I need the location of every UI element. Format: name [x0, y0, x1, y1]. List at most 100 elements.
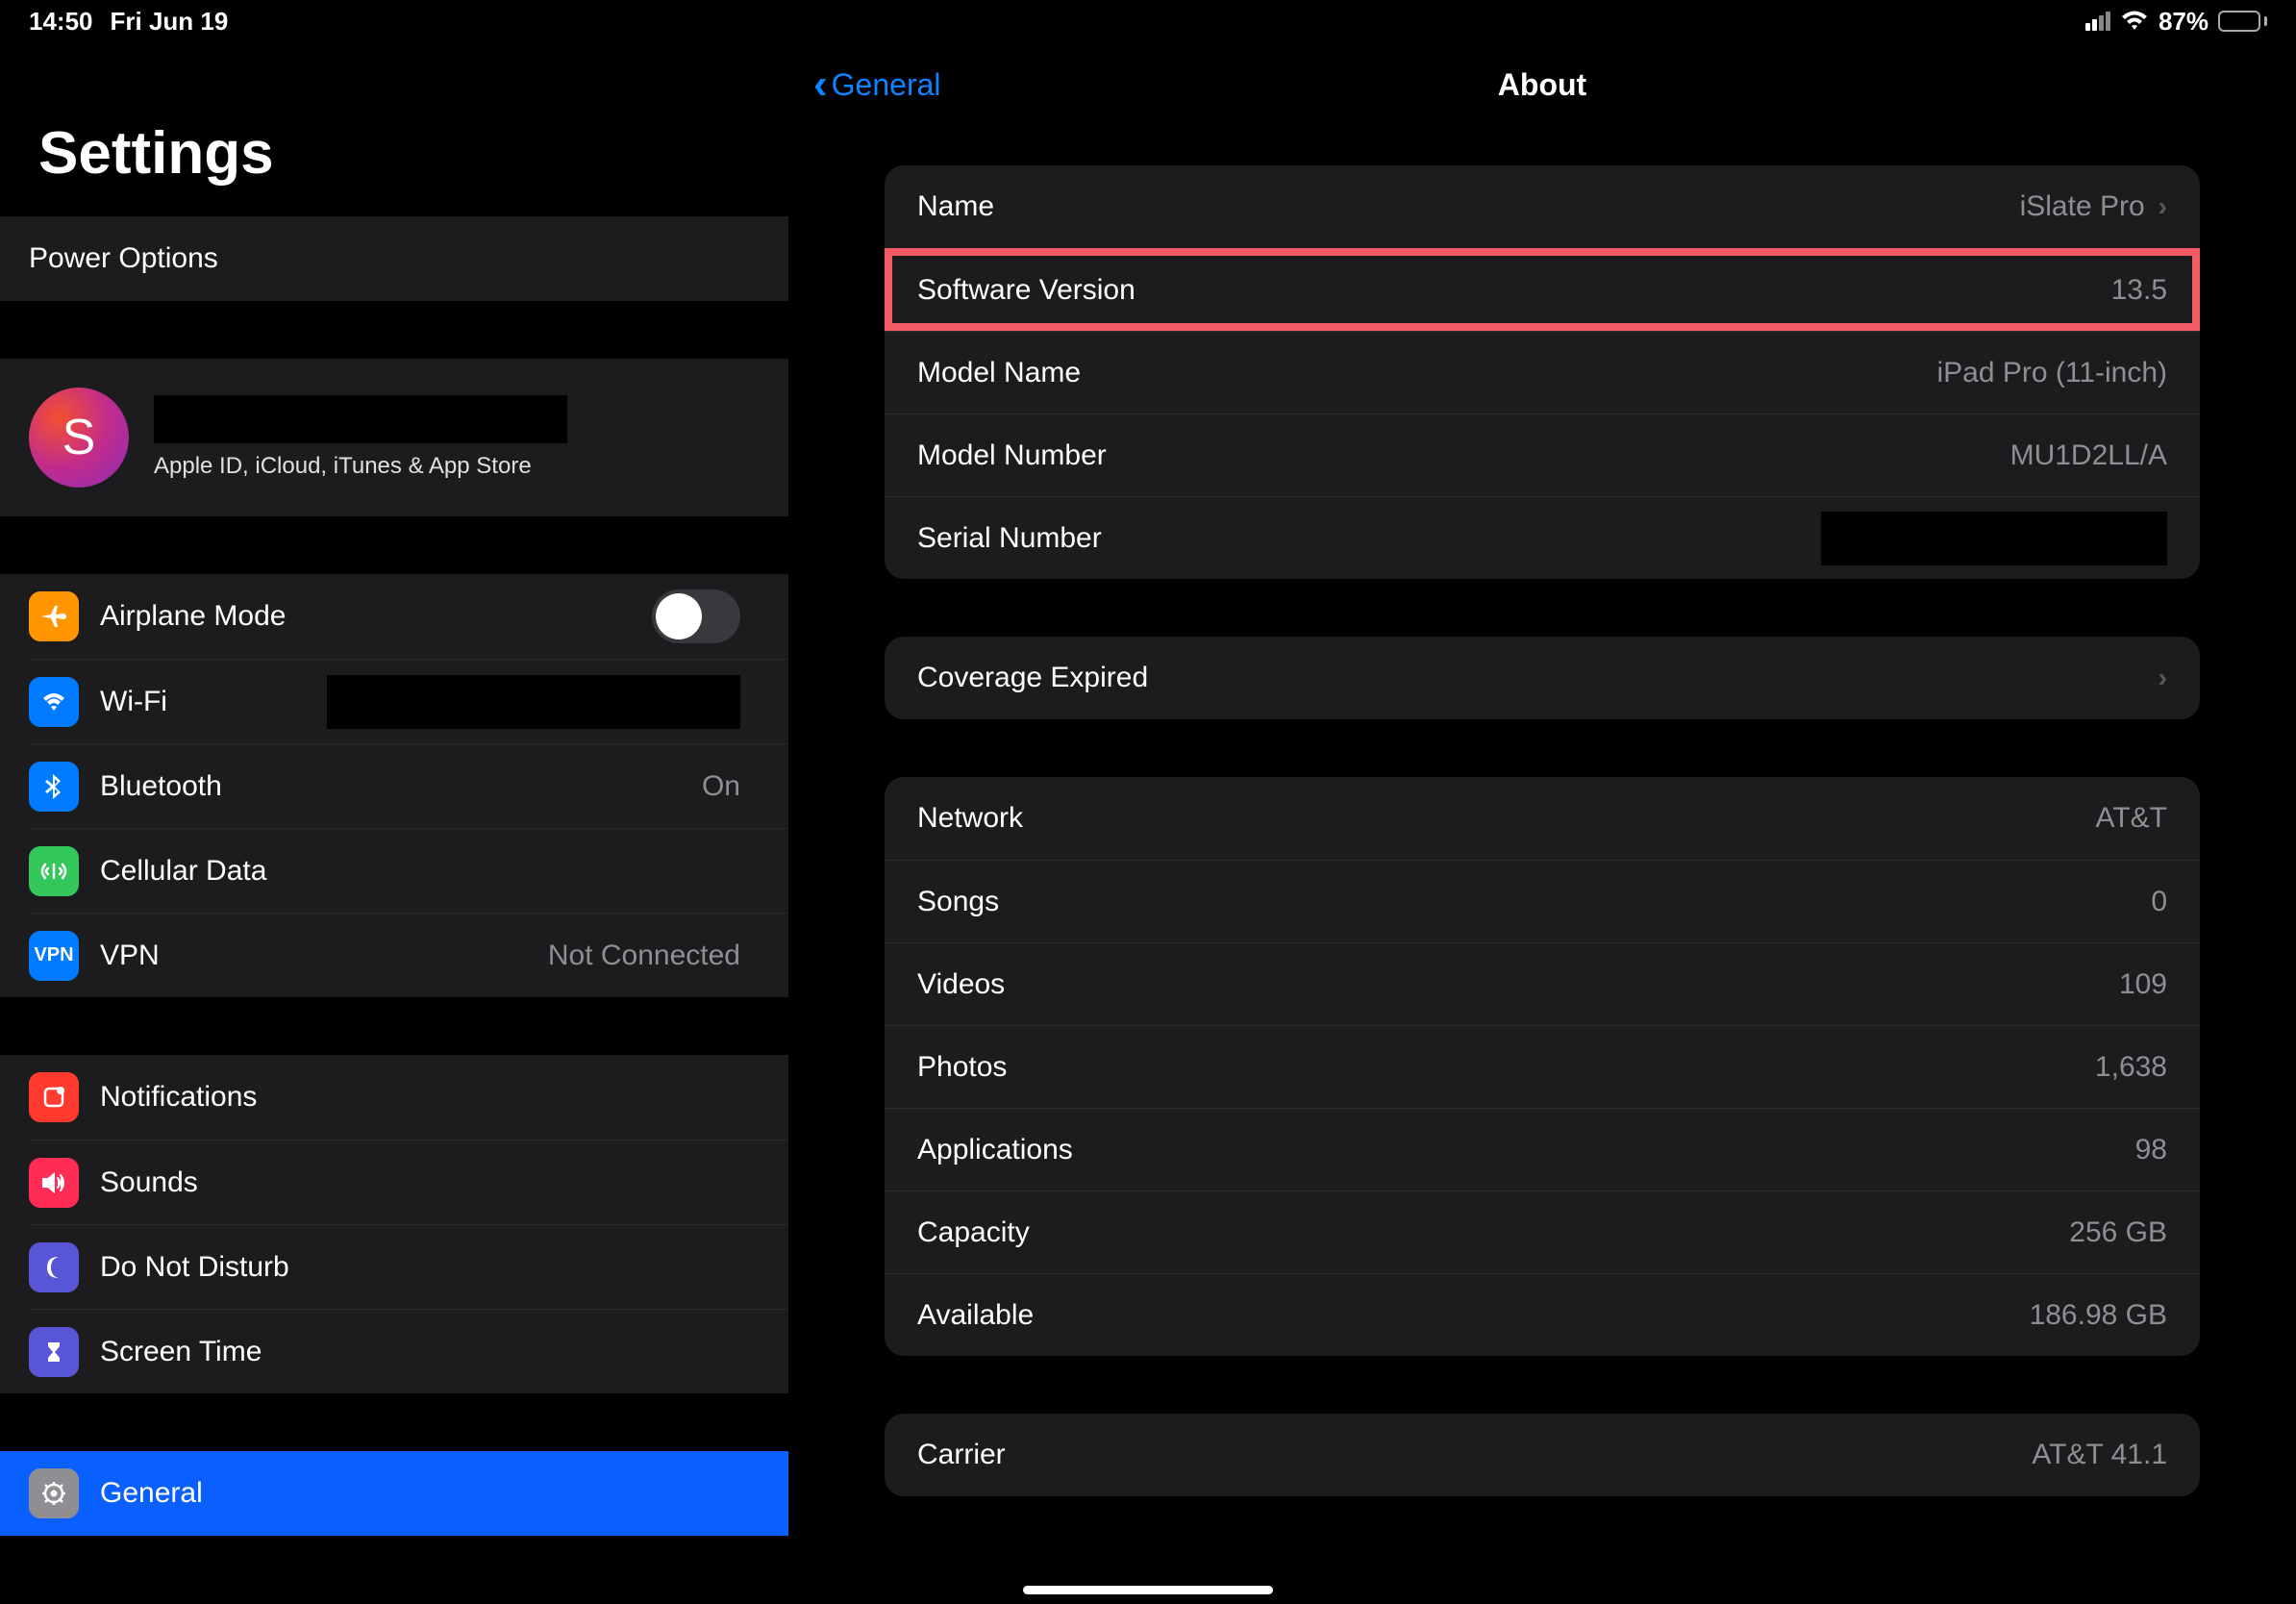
- wifi-icon: [2120, 11, 2149, 32]
- row-label: Name: [917, 190, 994, 223]
- about-group-stats: Network AT&T Songs 0 Videos 109 Photos 1…: [885, 777, 2200, 1356]
- serial-redacted: [1821, 512, 2167, 565]
- about-group-coverage: Coverage Expired ›: [885, 637, 2200, 719]
- airplane-icon: [29, 591, 79, 641]
- chevron-right-icon: ›: [2159, 191, 2167, 222]
- detail-header: ‹ General About: [788, 42, 2296, 127]
- status-date: Fri Jun 19: [111, 7, 229, 37]
- about-row-coverage[interactable]: Coverage Expired ›: [885, 637, 2200, 719]
- sidebar-item-label: Airplane Mode: [100, 600, 631, 633]
- about-row-model-number[interactable]: Model Number MU1D2LL/A: [885, 414, 2200, 496]
- row-label: Coverage Expired: [917, 662, 1148, 694]
- row-label: Videos: [917, 968, 1005, 1001]
- notifications-icon: [29, 1072, 79, 1122]
- about-row-available: Available 186.98 GB: [885, 1273, 2200, 1356]
- about-row-name[interactable]: Name iSlate Pro ›: [885, 165, 2200, 248]
- sidebar-item-label: Cellular Data: [100, 855, 740, 888]
- sidebar-item-label: Power Options: [29, 242, 740, 275]
- bluetooth-icon: [29, 762, 79, 812]
- sidebar-item-label: Sounds: [100, 1166, 740, 1199]
- row-value: 13.5: [2111, 274, 2167, 307]
- back-button[interactable]: ‹ General: [813, 63, 941, 106]
- about-row-serial-number[interactable]: Serial Number: [885, 496, 2200, 579]
- row-value: 256 GB: [2069, 1216, 2167, 1249]
- row-label: Network: [917, 802, 1023, 835]
- row-label: Software Version: [917, 274, 1136, 307]
- row-label: Songs: [917, 886, 999, 918]
- settings-sidebar: Settings Power Options S Apple ID, iClou…: [0, 0, 788, 1604]
- chevron-right-icon: ›: [2159, 663, 2167, 693]
- about-row-videos: Videos 109: [885, 942, 2200, 1025]
- sidebar-item-label: Screen Time: [100, 1336, 740, 1368]
- row-value: 0: [2151, 886, 2167, 918]
- sidebar-item-do-not-disturb[interactable]: Do Not Disturb: [29, 1224, 788, 1309]
- sidebar-item-screen-time[interactable]: Screen Time: [29, 1309, 788, 1393]
- row-label: Model Number: [917, 439, 1107, 472]
- row-value: AT&T 41.1: [2032, 1439, 2167, 1471]
- row-value: 109: [2119, 968, 2167, 1001]
- vpn-value: Not Connected: [548, 940, 740, 972]
- sidebar-item-label: Notifications: [100, 1081, 740, 1114]
- battery-icon: [2218, 11, 2267, 32]
- vpn-icon: VPN: [29, 931, 79, 981]
- status-time: 14:50: [29, 7, 93, 37]
- about-row-network: Network AT&T: [885, 777, 2200, 860]
- about-row-software-version[interactable]: Software Version 13.5: [885, 248, 2200, 331]
- sidebar-item-apple-id[interactable]: S Apple ID, iCloud, iTunes & App Store: [0, 359, 788, 516]
- airplane-toggle[interactable]: [652, 589, 740, 643]
- sounds-icon: [29, 1158, 79, 1208]
- moon-icon: [29, 1242, 79, 1292]
- bluetooth-value: On: [702, 770, 740, 803]
- row-value: AT&T: [2096, 802, 2167, 835]
- sidebar-item-sounds[interactable]: Sounds: [29, 1140, 788, 1224]
- about-row-photos: Photos 1,638: [885, 1025, 2200, 1108]
- sidebar-item-label: Bluetooth: [100, 770, 681, 803]
- sidebar-item-bluetooth[interactable]: Bluetooth On: [29, 743, 788, 828]
- row-label: Photos: [917, 1051, 1007, 1084]
- about-row-capacity: Capacity 256 GB: [885, 1190, 2200, 1273]
- row-label: Model Name: [917, 357, 1081, 389]
- avatar: S: [29, 388, 129, 488]
- hourglass-icon: [29, 1327, 79, 1377]
- battery-percent: 87%: [2159, 7, 2209, 37]
- row-label: Available: [917, 1299, 1034, 1332]
- chevron-left-icon: ‹: [813, 63, 828, 106]
- sidebar-item-wifi[interactable]: Wi-Fi: [29, 659, 788, 743]
- sidebar-item-power-options[interactable]: Power Options: [0, 216, 788, 301]
- sidebar-item-label: Do Not Disturb: [100, 1251, 740, 1284]
- row-value: 1,638: [2095, 1051, 2167, 1084]
- wifi-icon: [29, 677, 79, 727]
- row-label: Applications: [917, 1134, 1073, 1166]
- row-value: 186.98 GB: [2030, 1299, 2167, 1332]
- sidebar-item-airplane-mode[interactable]: Airplane Mode: [0, 574, 788, 659]
- row-value: 98: [2135, 1134, 2167, 1166]
- detail-panel: ‹ General About Name iSlate Pro › Softwar…: [788, 0, 2296, 1604]
- gear-icon: [29, 1468, 79, 1518]
- about-group-carrier: Carrier AT&T 41.1: [885, 1414, 2200, 1496]
- row-value: iPad Pro (11-inch): [1936, 357, 2167, 389]
- account-subtitle: Apple ID, iCloud, iTunes & App Store: [154, 453, 567, 480]
- sidebar-item-vpn[interactable]: VPN VPN Not Connected: [29, 913, 788, 997]
- about-row-applications: Applications 98: [885, 1108, 2200, 1190]
- status-bar: 14:50 Fri Jun 19 87%: [0, 0, 2296, 42]
- about-row-carrier[interactable]: Carrier AT&T 41.1: [885, 1414, 2200, 1496]
- about-group-device: Name iSlate Pro › Software Version 13.5 M…: [885, 165, 2200, 579]
- sidebar-item-notifications[interactable]: Notifications: [0, 1055, 788, 1140]
- row-label: Capacity: [917, 1216, 1030, 1249]
- about-row-model-name[interactable]: Model Name iPad Pro (11-inch): [885, 331, 2200, 414]
- home-indicator[interactable]: [1023, 1586, 1273, 1594]
- about-row-songs: Songs 0: [885, 860, 2200, 942]
- sidebar-item-cellular[interactable]: Cellular Data: [29, 828, 788, 913]
- sidebar-item-general[interactable]: General: [0, 1451, 788, 1536]
- cellular-icon: [29, 846, 79, 896]
- wifi-value-redacted: [327, 675, 740, 729]
- account-name-redacted: [154, 395, 567, 443]
- cellular-signal-icon: [2085, 12, 2110, 31]
- sidebar-item-label: General: [100, 1477, 740, 1510]
- row-value: iSlate Pro: [2020, 190, 2145, 223]
- row-value: MU1D2LL/A: [2010, 439, 2167, 472]
- detail-title: About: [1498, 67, 1586, 103]
- row-label: Carrier: [917, 1439, 1006, 1471]
- sidebar-item-label: VPN: [100, 940, 527, 972]
- row-label: Serial Number: [917, 522, 1102, 555]
